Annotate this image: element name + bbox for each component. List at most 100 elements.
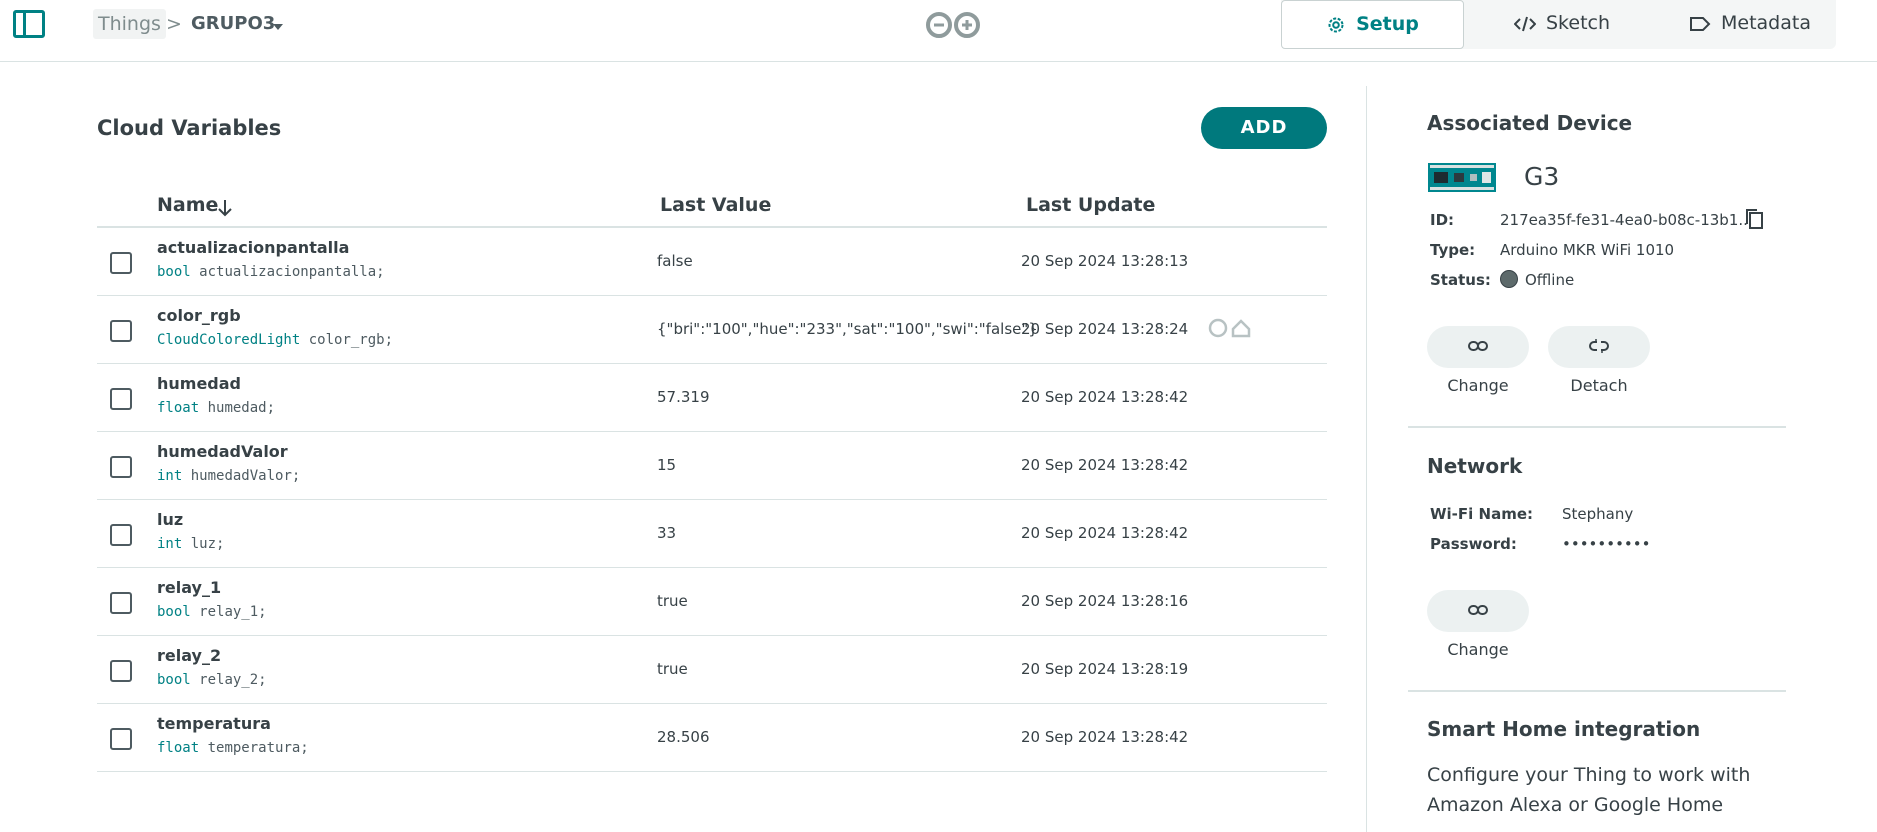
tab-sketch[interactable]: Sketch <box>1514 0 1610 49</box>
tab-metadata[interactable]: Metadata <box>1689 0 1811 49</box>
variable-last-value: true <box>657 660 688 678</box>
associated-device-title: Associated Device <box>1427 111 1633 135</box>
code-icon <box>1514 16 1536 31</box>
row-checkbox[interactable] <box>110 524 132 546</box>
table-row[interactable]: humedad float humedad; 57.319 20 Sep 202… <box>97 364 1327 432</box>
tag-icon <box>1690 16 1711 31</box>
variable-type: float <box>157 400 200 416</box>
variable-last-value: true <box>657 592 688 610</box>
variable-declaration: int luz; <box>157 536 224 552</box>
tab-setup[interactable]: Setup <box>1281 0 1464 49</box>
row-checkbox[interactable] <box>110 456 132 478</box>
status-offline-dot-icon <box>1500 270 1518 288</box>
unlink-icon <box>1589 339 1609 353</box>
device-id-value: 217ea35f-fe31-4ea0-b08c-13b1... <box>1500 211 1753 229</box>
variable-decl-name: humedadValor; <box>190 468 301 484</box>
variable-type: bool <box>157 672 191 688</box>
table-row[interactable]: actualizacionpantalla bool actualizacion… <box>97 228 1327 296</box>
variable-type: bool <box>157 264 191 280</box>
device-board-icon <box>1428 163 1496 192</box>
variable-name: humedad <box>157 374 242 393</box>
variable-decl-name: temperatura; <box>207 740 309 756</box>
variable-last-value: false <box>657 252 693 270</box>
variable-decl-name: luz; <box>190 536 225 552</box>
table-row[interactable]: relay_2 bool relay_2; true 20 Sep 2024 1… <box>97 636 1327 704</box>
variable-type: int <box>157 468 183 484</box>
tab-bar: Setup Sketch Metadata <box>1281 0 1836 49</box>
variable-last-update: 20 Sep 2024 13:28:42 <box>1021 728 1189 746</box>
sidebar-toggle-icon[interactable] <box>13 10 45 38</box>
tab-sketch-label: Sketch <box>1546 12 1611 34</box>
row-checkbox[interactable] <box>110 660 132 682</box>
variable-type: float <box>157 740 200 756</box>
device-name: G3 <box>1524 162 1560 191</box>
column-header-name[interactable]: Name <box>157 194 218 216</box>
change-device-button[interactable] <box>1427 326 1529 368</box>
copy-icon[interactable] <box>1743 207 1765 231</box>
top-bar: Things > GRUPO3 Setup Sketch Metadata <box>0 0 1877 62</box>
row-checkbox[interactable] <box>110 320 132 342</box>
section-divider <box>1408 426 1786 428</box>
section-divider <box>1408 690 1786 692</box>
variable-last-update: 20 Sep 2024 13:28:24 <box>1021 320 1189 338</box>
chevron-down-icon[interactable] <box>273 24 283 30</box>
table-row[interactable]: temperatura float temperatura; 28.506 20… <box>97 704 1327 772</box>
table-row[interactable]: color_rgb CloudColoredLight color_rgb; {… <box>97 296 1327 364</box>
variable-type: bool <box>157 604 191 620</box>
variable-name: relay_1 <box>157 578 222 597</box>
tab-metadata-label: Metadata <box>1721 12 1811 34</box>
row-checkbox[interactable] <box>110 728 132 750</box>
variable-decl-name: humedad; <box>207 400 276 416</box>
password-value: •••••••••• <box>1562 535 1651 553</box>
breadcrumb-separator: > <box>166 13 182 35</box>
arduino-logo-icon[interactable] <box>924 11 982 39</box>
device-id-label: ID: <box>1430 211 1455 229</box>
variable-type: CloudColoredLight <box>157 332 301 348</box>
variable-declaration: CloudColoredLight color_rgb; <box>157 332 393 348</box>
change-network-button[interactable] <box>1427 590 1529 632</box>
row-checkbox[interactable] <box>110 388 132 410</box>
device-status-label: Status: <box>1430 271 1491 289</box>
variable-last-update: 20 Sep 2024 13:28:16 <box>1021 592 1189 610</box>
detach-device-label: Detach <box>1570 376 1628 395</box>
variable-last-value: 57.319 <box>657 388 710 406</box>
variable-last-value: 15 <box>657 456 677 474</box>
table-row[interactable]: luz int luz; 33 20 Sep 2024 13:28:42 <box>97 500 1327 568</box>
sort-down-arrow-icon[interactable] <box>217 199 233 217</box>
change-network-label: Change <box>1447 640 1509 659</box>
column-header-last-value: Last Value <box>660 194 772 216</box>
detach-device-button[interactable] <box>1548 326 1650 368</box>
variable-name: relay_2 <box>157 646 222 665</box>
smart-home-title: Smart Home integration <box>1427 717 1701 741</box>
row-checkbox[interactable] <box>110 252 132 274</box>
variable-last-update: 20 Sep 2024 13:28:19 <box>1021 660 1189 678</box>
variable-declaration: bool actualizacionpantalla; <box>157 264 385 280</box>
variable-declaration: int humedadValor; <box>157 468 300 484</box>
variable-decl-name: relay_2; <box>199 672 267 688</box>
wifi-name-label: Wi-Fi Name: <box>1430 505 1534 523</box>
table-row[interactable]: humedadValor int humedadValor; 15 20 Sep… <box>97 432 1327 500</box>
gear-icon <box>1328 17 1344 32</box>
row-checkbox[interactable] <box>110 592 132 614</box>
link-icon <box>1468 605 1488 615</box>
change-device-label: Change <box>1447 376 1509 395</box>
add-variable-button[interactable]: ADD <box>1201 107 1327 149</box>
variable-name: luz <box>157 510 184 529</box>
smart-home-description: Configure your Thing to work with Amazon… <box>1427 764 1751 816</box>
password-label: Password: <box>1430 535 1517 553</box>
table-row[interactable]: relay_1 bool relay_1; true 20 Sep 2024 1… <box>97 568 1327 636</box>
cloud-variables-title: Cloud Variables <box>97 116 282 140</box>
variable-name: color_rgb <box>157 306 241 325</box>
network-title: Network <box>1427 454 1523 478</box>
variable-last-value: {"bri":"100","hue":"233","sat":"100","sw… <box>657 320 1038 338</box>
variable-last-update: 20 Sep 2024 13:28:42 <box>1021 524 1189 542</box>
link-icon <box>1468 341 1488 351</box>
breadcrumb-things[interactable]: Things <box>93 9 166 39</box>
column-header-last-update: Last Update <box>1026 194 1156 216</box>
variable-declaration: bool relay_2; <box>157 672 267 688</box>
variable-last-update: 20 Sep 2024 13:28:42 <box>1021 456 1189 474</box>
variable-decl-name: actualizacionpantalla; <box>199 264 385 280</box>
variable-last-update: 20 Sep 2024 13:28:42 <box>1021 388 1189 406</box>
device-status-value: Offline <box>1525 271 1575 289</box>
thing-name-dropdown[interactable]: GRUPO3 <box>191 9 275 39</box>
